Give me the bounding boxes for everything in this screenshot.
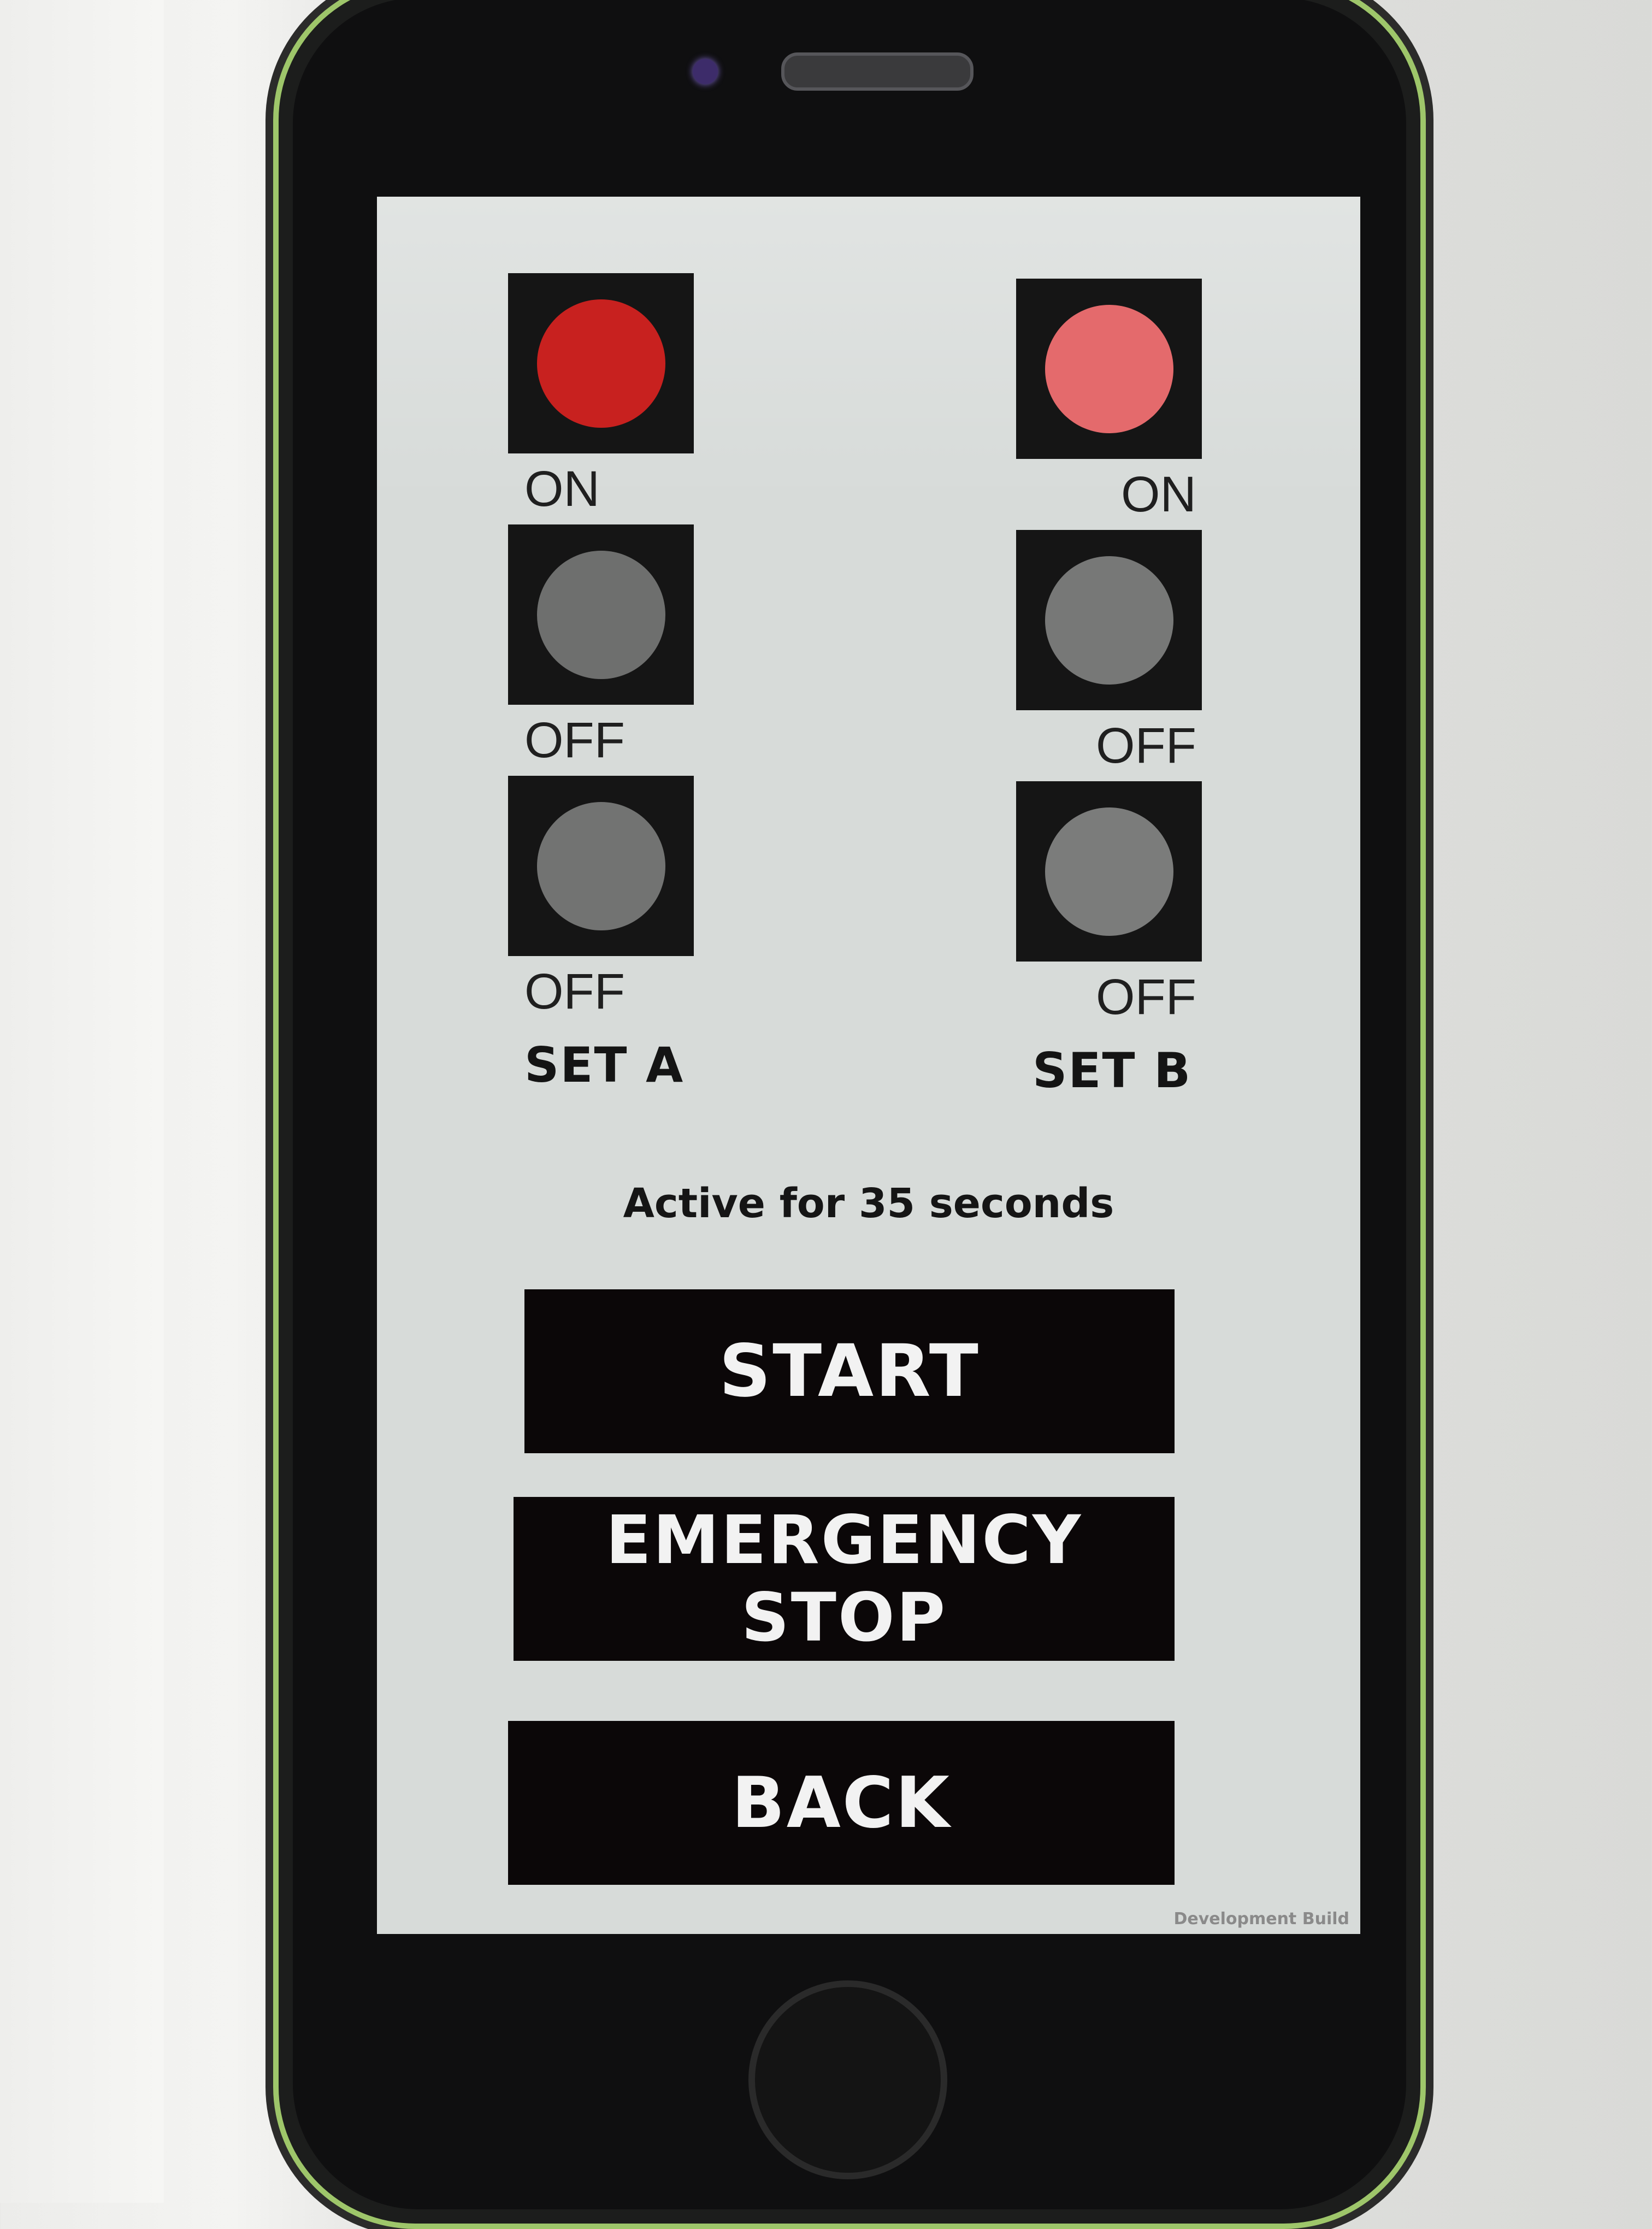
set-b-column: ON OFF OFF SET B [1016,279,1202,1109]
home-button[interactable] [748,1980,947,2179]
indicator-light-icon [1045,304,1173,433]
set-b-title: SET B [1032,1042,1192,1099]
set-a-light-1-status: ON [524,461,600,517]
set-b-light-3 [1016,781,1202,962]
set-a-column: ON OFF OFF SET A [508,273,694,1104]
set-a-light-1 [508,273,694,453]
development-build-label: Development Build [1173,1909,1349,1929]
earpiece-speaker [781,52,974,91]
set-b-light-2 [1016,530,1202,710]
background-surface [0,0,164,2203]
back-button[interactable]: BACK [508,1721,1175,1885]
set-a-light-2 [508,524,694,705]
indicator-light-icon [1045,807,1173,936]
set-a-light-3 [508,776,694,956]
indicator-light-icon [536,299,665,428]
set-a-light-2-status: OFF [524,712,625,768]
indicator-light-icon [536,550,665,679]
set-b-light-1-status: ON [1121,467,1196,522]
indicator-light-icon [536,801,665,930]
set-b-light-1 [1016,279,1202,459]
app-screen: ON OFF OFF SET A ON OFF OFF SET B Active… [377,197,1360,1934]
emergency-stop-button[interactable]: EMERGENCY STOP [514,1497,1175,1661]
front-camera-icon [693,59,718,84]
start-button[interactable]: START [524,1289,1175,1453]
set-b-light-2-status: OFF [1096,718,1196,774]
set-a-title: SET A [524,1037,685,1093]
set-b-light-3-status: OFF [1096,969,1196,1025]
set-a-light-3-status: OFF [524,964,625,1019]
active-timer-text: Active for 35 seconds [623,1180,1114,1227]
indicator-light-icon [1045,556,1173,685]
